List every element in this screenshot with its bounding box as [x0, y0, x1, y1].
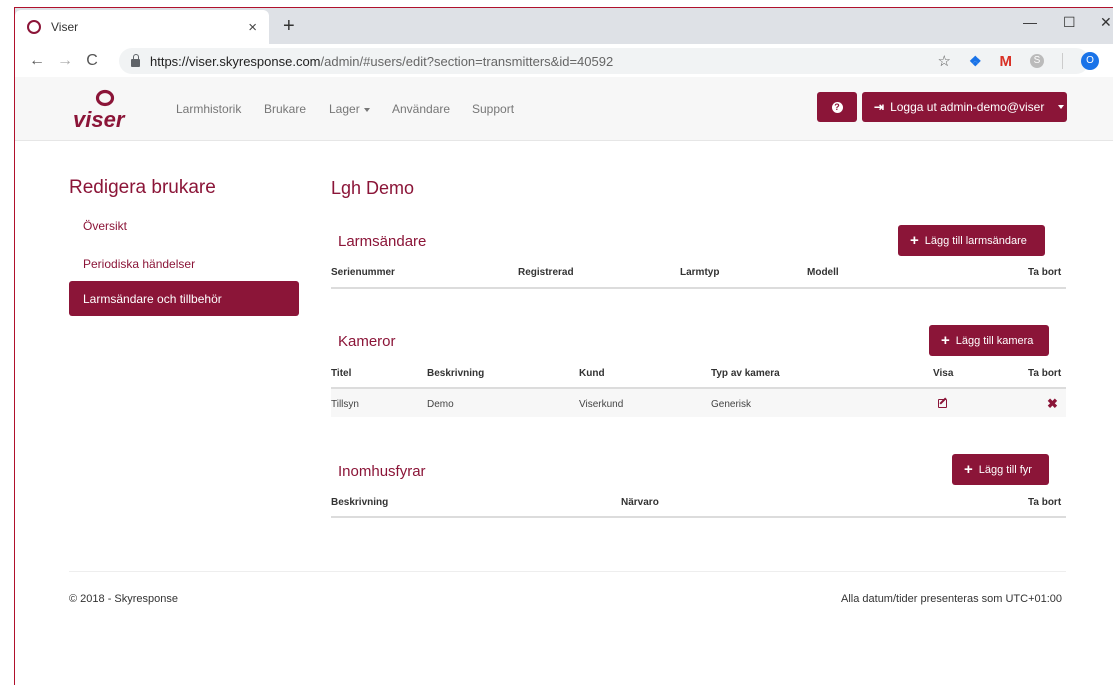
nav-larmhistorik[interactable]: Larmhistorik: [176, 102, 241, 116]
plus-icon: +: [941, 332, 950, 349]
table-divider: [331, 287, 1066, 289]
app-header: viser Larmhistorik Brukare Lager Använda…: [15, 77, 1113, 141]
section-title-transmitters: Larmsändare: [338, 233, 427, 250]
maximize-icon[interactable]: ☐: [1063, 14, 1076, 31]
add-camera-button[interactable]: + Lägg till kamera: [929, 325, 1049, 356]
nav-brukare[interactable]: Brukare: [264, 102, 306, 116]
forward-icon[interactable]: →: [57, 52, 73, 70]
lock-icon: [131, 53, 140, 67]
close-window-icon[interactable]: ✕: [1100, 14, 1112, 31]
tab-close-icon[interactable]: ×: [248, 19, 257, 36]
copyright: © 2018 - Skyresponse: [69, 593, 178, 605]
footer-divider: [69, 571, 1066, 572]
col-narvaro[interactable]: Närvaro: [621, 497, 659, 508]
add-transmitter-button[interactable]: + Lägg till larmsändare: [898, 225, 1045, 256]
col-kund[interactable]: Kund: [579, 368, 605, 379]
page-heading: Redigera brukare: [69, 177, 216, 198]
nav-support[interactable]: Support: [472, 102, 514, 116]
browser-toolbar: ← → C https://viser.skyresponse.com/admi…: [15, 44, 1113, 78]
toolbar-divider: [1062, 53, 1063, 69]
add-beacon-button[interactable]: + Lägg till fyr: [952, 454, 1049, 485]
section-title-beacons: Inomhusfyrar: [338, 463, 426, 480]
cell-kund: Viserkund: [579, 399, 624, 410]
col-registrerad[interactable]: Registrerad: [518, 267, 574, 278]
chevron-down-icon: [363, 107, 370, 112]
viser-logo[interactable]: viser: [69, 85, 149, 133]
minimize-icon[interactable]: —: [1023, 14, 1037, 30]
chevron-down-icon[interactable]: [1058, 105, 1065, 109]
dropbox-extension-icon[interactable]: ❖: [969, 53, 982, 70]
profile-avatar[interactable]: O: [1081, 52, 1099, 70]
browser-chrome: Viser × + — ☐ ✕ ← → C https://viser.skyr…: [14, 7, 1113, 78]
cell-titel: Tillsyn: [331, 399, 359, 410]
nav-lager[interactable]: Lager: [329, 102, 370, 116]
reload-icon[interactable]: C: [85, 52, 99, 70]
app-page: viser Larmhistorik Brukare Lager Använda…: [14, 77, 1113, 685]
plus-icon: +: [964, 461, 973, 478]
cell-beskrivning: Demo: [427, 399, 454, 410]
col-ta-bort: Ta bort: [1028, 368, 1062, 379]
sidebar-item-oversikt[interactable]: Översikt: [83, 219, 127, 233]
skype-extension-icon[interactable]: S: [1030, 54, 1044, 68]
url-text: https://viser.skyresponse.com/admin/#use…: [150, 53, 614, 69]
sign-out-icon: ⇥: [874, 100, 885, 114]
svg-text:viser: viser: [73, 107, 126, 132]
toolbar-icons: ☆ ❖ M S O: [937, 48, 1099, 74]
col-ta-bort: Ta bort: [1028, 267, 1062, 278]
browser-tab[interactable]: Viser ×: [15, 10, 269, 44]
col-larmtyp[interactable]: Larmtyp: [680, 267, 719, 278]
gmail-extension-icon[interactable]: M: [1000, 53, 1013, 70]
col-serienummer[interactable]: Serienummer: [331, 267, 395, 278]
section-title-cameras: Kameror: [338, 333, 396, 350]
new-tab-button[interactable]: +: [283, 15, 295, 38]
tab-strip: Viser × + — ☐ ✕: [15, 8, 1113, 44]
col-visa: Visa: [933, 368, 954, 379]
delete-icon[interactable]: ✖: [1047, 397, 1058, 410]
nav-anvandare[interactable]: Användare: [392, 102, 450, 116]
col-titel[interactable]: Titel: [331, 368, 351, 379]
col-typ-av-kamera[interactable]: Typ av kamera: [711, 368, 780, 379]
col-ta-bort: Ta bort: [1028, 497, 1062, 508]
resident-title: Lgh Demo: [331, 178, 415, 198]
logout-label: Logga ut admin-demo@viser: [890, 100, 1045, 114]
back-icon[interactable]: ←: [29, 52, 45, 70]
timezone-note: Alla datum/tider presenteras som UTC+01:…: [841, 593, 1063, 605]
star-icon[interactable]: ☆: [937, 52, 950, 70]
sidebar-item-larmsandare[interactable]: Larmsändare och tillbehör: [69, 281, 299, 316]
tab-title: Viser: [51, 20, 79, 34]
col-beskrivning[interactable]: Beskrivning: [331, 497, 388, 508]
col-beskrivning[interactable]: Beskrivning: [427, 368, 484, 379]
table-divider: [331, 516, 1066, 518]
favicon-icon: [27, 20, 41, 34]
help-button[interactable]: ?: [817, 92, 857, 122]
plus-icon: +: [910, 232, 919, 249]
logout-button[interactable]: ⇥ Logga ut admin-demo@viser: [862, 92, 1067, 122]
help-icon: ?: [831, 101, 843, 113]
cell-typ: Generisk: [711, 399, 752, 410]
address-bar[interactable]: https://viser.skyresponse.com/admin/#use…: [119, 48, 1099, 74]
sidebar-item-periodiska[interactable]: Periodiska händelser: [83, 257, 195, 271]
col-modell[interactable]: Modell: [807, 267, 839, 278]
edit-icon[interactable]: [938, 399, 947, 408]
